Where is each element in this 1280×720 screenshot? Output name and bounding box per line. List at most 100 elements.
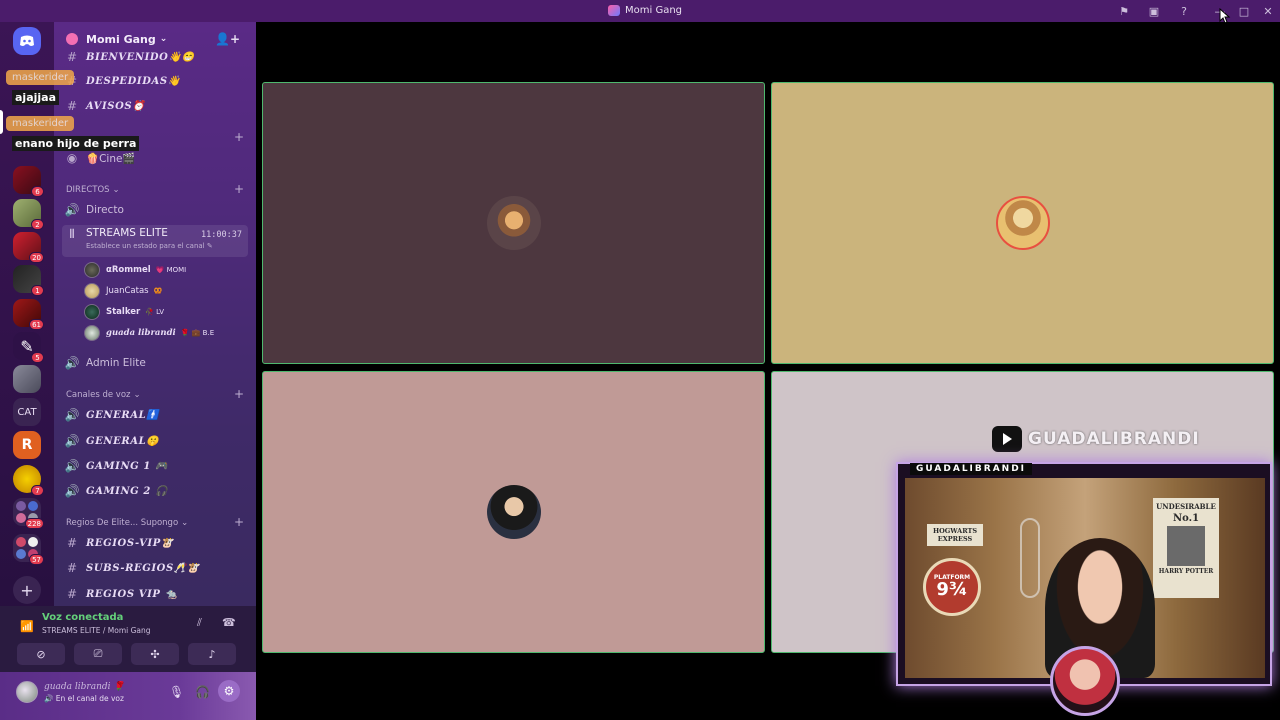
channel-item[interactable]: # REGIOS-VIP🐮 [62,532,248,554]
close-button[interactable]: ✕ [1256,0,1280,22]
channel-label: AVISOS⏰ [86,100,146,112]
screen-share-icon: ⎚ [93,647,103,660]
activities-button[interactable]: ✣ [131,643,179,665]
avatar[interactable] [16,681,38,703]
user-name[interactable]: guada librandi 🌹 [44,682,125,692]
voice-status-subtitle[interactable]: STREAMS ELITE / Momi Gang [42,626,151,635]
participant-avatar [995,196,1050,250]
help-icon[interactable]: ? [1174,1,1194,21]
add-server-button[interactable]: + [13,576,41,604]
server-item[interactable]: 6 [13,166,44,197]
server-item[interactable] [13,365,41,393]
server-folder[interactable]: 57 [13,534,44,565]
streaming-icon: ⦀ [69,227,75,241]
flag-icon[interactable]: ⚑ [1114,1,1134,21]
voice-member[interactable]: αRommel 💗 MOMI [84,261,244,279]
inbox-icon[interactable]: ▣ [1144,1,1164,21]
participant-tile[interactable] [771,82,1274,364]
user-panel: guada librandi 🌹 🔊 En el canal de voz 🎙 … [0,672,256,720]
server-item[interactable]: ✎ 5 [13,332,44,363]
selected-server-indicator [0,110,3,134]
voice-channel-item[interactable]: 🔊 GENERAL🤫 [62,430,248,452]
headphones-icon[interactable]: 🎧 [195,685,210,699]
participant-tile[interactable] [262,371,765,653]
voice-channel-item[interactable]: 🔊 GAMING 2 🎧 [62,480,248,502]
add-channel-icon[interactable]: + [234,130,244,144]
camera-off-button[interactable]: ⊘ [17,643,65,665]
avatar [84,262,100,278]
voice-status-title[interactable]: Voz conectada [42,612,123,623]
speaker-icon: 🔊 [64,459,80,473]
server-item[interactable]: 20 [13,232,44,263]
voice-connection-panel: 📶 Voz conectada STREAMS ELITE / Momi Gan… [0,606,256,672]
category-header-regios[interactable]: Regios De Elite... Supongo ⌄ + [66,515,246,530]
server-item[interactable]: 61 [13,299,44,330]
category-header-voz[interactable]: Canales de voz ⌄ + [66,387,246,402]
add-channel-icon[interactable]: + [234,515,244,529]
avatar [84,304,100,320]
hogwarts-sign-text: HOGWARTS EXPRESS [932,527,978,543]
voice-member[interactable]: guada librandi 🌹 💼 B.E [84,324,244,342]
youtube-channel-name: GUADALIBRANDI [1028,429,1200,449]
voice-channel-item[interactable]: 🔊 GAMING 1 🎮 [62,455,248,477]
channel-item[interactable]: # AVISOS⏰ [62,95,248,117]
server-badge: 1 [31,285,44,296]
add-channel-icon[interactable]: + [234,182,244,196]
channel-item[interactable]: # BIENVENIDO👋😁 [62,46,248,68]
signal-icon[interactable]: 📶 [20,620,34,633]
add-member-icon[interactable]: 👤+ [215,32,240,46]
disconnect-icon[interactable]: ☎ [222,616,236,629]
server-item-cat[interactable]: CAT [13,398,41,426]
title-bar: Momi Gang ⚑ ▣ ? — □ ✕ [0,0,1280,22]
screen-share-button[interactable]: ⎚ [74,643,122,665]
hash-icon: # [66,99,78,113]
noise-suppression-icon[interactable]: ⫽ [197,616,202,630]
platform-sign: PLATFORM 9¾ [923,558,981,616]
channel-label: 🍿Cine🎬 [86,152,136,165]
voice-channel-item-active[interactable]: ⦀ STREAMS ELITE 11:00:37 Establece un es… [62,225,248,257]
window-title-text: Momi Gang [625,5,683,16]
channel-label: GENERAL🤫 [86,435,160,447]
server-item[interactable]: 1 [13,265,44,296]
channel-label: GAMING 1 🎮 [86,460,169,472]
channel-label: GAMING 2 🎧 [86,485,169,497]
voice-channel-item[interactable]: 🔊 Directo [62,199,248,221]
server-folder[interactable]: 228 [13,498,44,529]
participant-tile[interactable] [262,82,765,364]
category-header-directos[interactable]: DIRECTOS ⌄ + [66,182,246,197]
hogwarts-sign: HOGWARTS EXPRESS [927,524,983,546]
channel-item[interactable]: # SUBS-REGIOS🥂🐮 [62,557,248,579]
call-timer: 11:00:37 [201,230,242,240]
channel-item[interactable]: # REGIOS VIP 🐀 [62,583,248,605]
activities-icon: ✣ [150,647,160,661]
soundboard-button[interactable]: ♪ [188,643,236,665]
server-item[interactable]: 7 [13,465,44,496]
channel-status-prompt[interactable]: Establece un estado para el canal ✎ [86,242,213,250]
channel-item[interactable]: #DESPEDIDAS👋 [62,70,248,92]
guild-icon [66,33,78,45]
hash-icon: # [66,50,78,64]
voice-channel-item[interactable]: 🔊 GENERAL🚹 [62,404,248,426]
maximize-button[interactable]: □ [1232,0,1256,22]
chevron-down-icon: ⌄ [112,185,120,195]
channel-label: Directo [86,204,124,216]
server-item[interactable]: R [13,431,41,459]
settings-gear-icon[interactable]: ⚙ [218,680,240,702]
voice-member[interactable]: JuanCatas 🥨 [84,282,244,300]
youtube-icon [992,426,1022,452]
category-label: DIRECTOS [66,185,110,195]
server-item[interactable]: 2 [13,199,44,230]
platform-sign-content: PLATFORM 9¾ [934,575,970,599]
platform-number: 9¾ [936,579,968,600]
category-label: Canales de voz [66,390,131,400]
microphone-icon[interactable]: 🎙 [169,685,184,699]
youtube-channel-overlay: GUADALIBRANDI [992,426,1200,452]
voice-channel-item[interactable]: 🔊 Admin Elite [62,352,248,374]
voice-member[interactable]: Stalker 🥀 LV [84,303,244,321]
avatar [84,325,100,341]
server-badge: 20 [29,252,44,263]
add-channel-icon[interactable]: + [234,387,244,401]
home-button[interactable] [13,27,41,55]
server-badge: 6 [31,186,44,197]
participant-avatar [486,485,541,539]
